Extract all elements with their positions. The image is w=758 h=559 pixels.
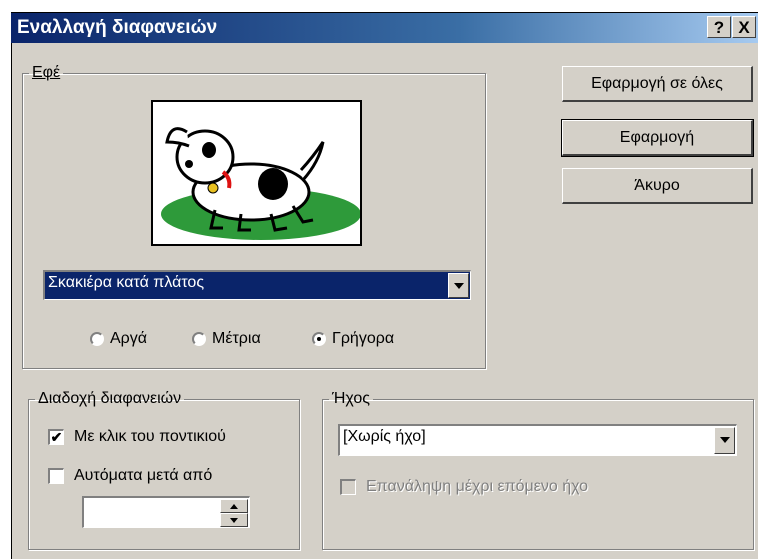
checkmark-icon: ✔ bbox=[48, 429, 64, 445]
advance-legend: Διαδοχή διαφανειών bbox=[38, 390, 182, 407]
checkbox-icon bbox=[340, 479, 356, 495]
speed-medium-radio[interactable]: Μέτρια bbox=[192, 328, 261, 350]
radio-icon bbox=[192, 332, 206, 346]
transition-preview bbox=[151, 100, 362, 246]
apply-all-button[interactable]: Εφαρμογή σε όλες bbox=[562, 66, 753, 102]
checkbox-icon bbox=[48, 468, 64, 484]
radio-icon bbox=[90, 332, 104, 346]
speed-fast-radio[interactable]: Γρήγορα bbox=[312, 328, 394, 350]
effect-dropdown[interactable]: Σκακιέρα κατά πλάτος bbox=[43, 270, 471, 300]
speed-fast-label: Γρήγορα bbox=[332, 330, 395, 347]
speed-medium-label: Μέτρια bbox=[212, 330, 261, 347]
speed-slow-radio[interactable]: Αργά bbox=[90, 328, 147, 350]
sound-legend: Ήχος bbox=[332, 390, 370, 407]
sound-group: Ήχος bbox=[322, 390, 754, 550]
spin-down-icon[interactable] bbox=[220, 513, 248, 527]
loop-sound-checkbox: Επανάληψη μέχρι επόμενο ήχο bbox=[340, 478, 588, 496]
dog-picture bbox=[153, 102, 361, 244]
on-click-checkbox[interactable]: ✔ Με κλικ του ποντικιού bbox=[48, 428, 226, 446]
transition-dialog: Εναλλαγή διαφανειών ? X Εφέ Σκακιέρα κατ… bbox=[0, 0, 758, 559]
sound-value: [Χωρίς ήχο] bbox=[343, 428, 426, 445]
effect-value: Σκακιέρα κατά πλάτος bbox=[48, 274, 205, 291]
automatic-label: Αυτόματα μετά από bbox=[74, 467, 213, 484]
spin-up-icon[interactable] bbox=[220, 499, 248, 513]
chevron-down-icon[interactable] bbox=[448, 273, 469, 298]
spinner-buttons bbox=[220, 499, 248, 527]
loop-sound-label: Επανάληψη μέχρι επόμενο ήχο bbox=[366, 478, 589, 495]
chevron-down-icon[interactable] bbox=[714, 427, 735, 454]
sound-dropdown[interactable]: [Χωρίς ήχο] bbox=[338, 424, 737, 456]
window-title: Εναλλαγή διαφανειών bbox=[17, 17, 218, 38]
left-edge bbox=[0, 0, 12, 559]
speed-slow-label: Αργά bbox=[110, 330, 148, 347]
title-bar[interactable]: Εναλλαγή διαφανειών ? X bbox=[11, 13, 758, 43]
radio-selected-icon bbox=[312, 332, 326, 346]
time-spinner[interactable] bbox=[82, 496, 250, 528]
on-click-label: Με κλικ του ποντικιού bbox=[74, 428, 226, 445]
help-button[interactable]: ? bbox=[707, 16, 731, 38]
top-strip bbox=[11, 0, 758, 13]
automatic-checkbox[interactable]: Αυτόματα μετά από bbox=[48, 467, 212, 485]
close-button[interactable]: X bbox=[732, 16, 756, 38]
apply-button[interactable]: Εφαρμογή bbox=[561, 119, 754, 157]
cancel-button[interactable]: Άκυρο bbox=[562, 168, 753, 204]
effect-legend: Εφέ bbox=[32, 64, 61, 81]
